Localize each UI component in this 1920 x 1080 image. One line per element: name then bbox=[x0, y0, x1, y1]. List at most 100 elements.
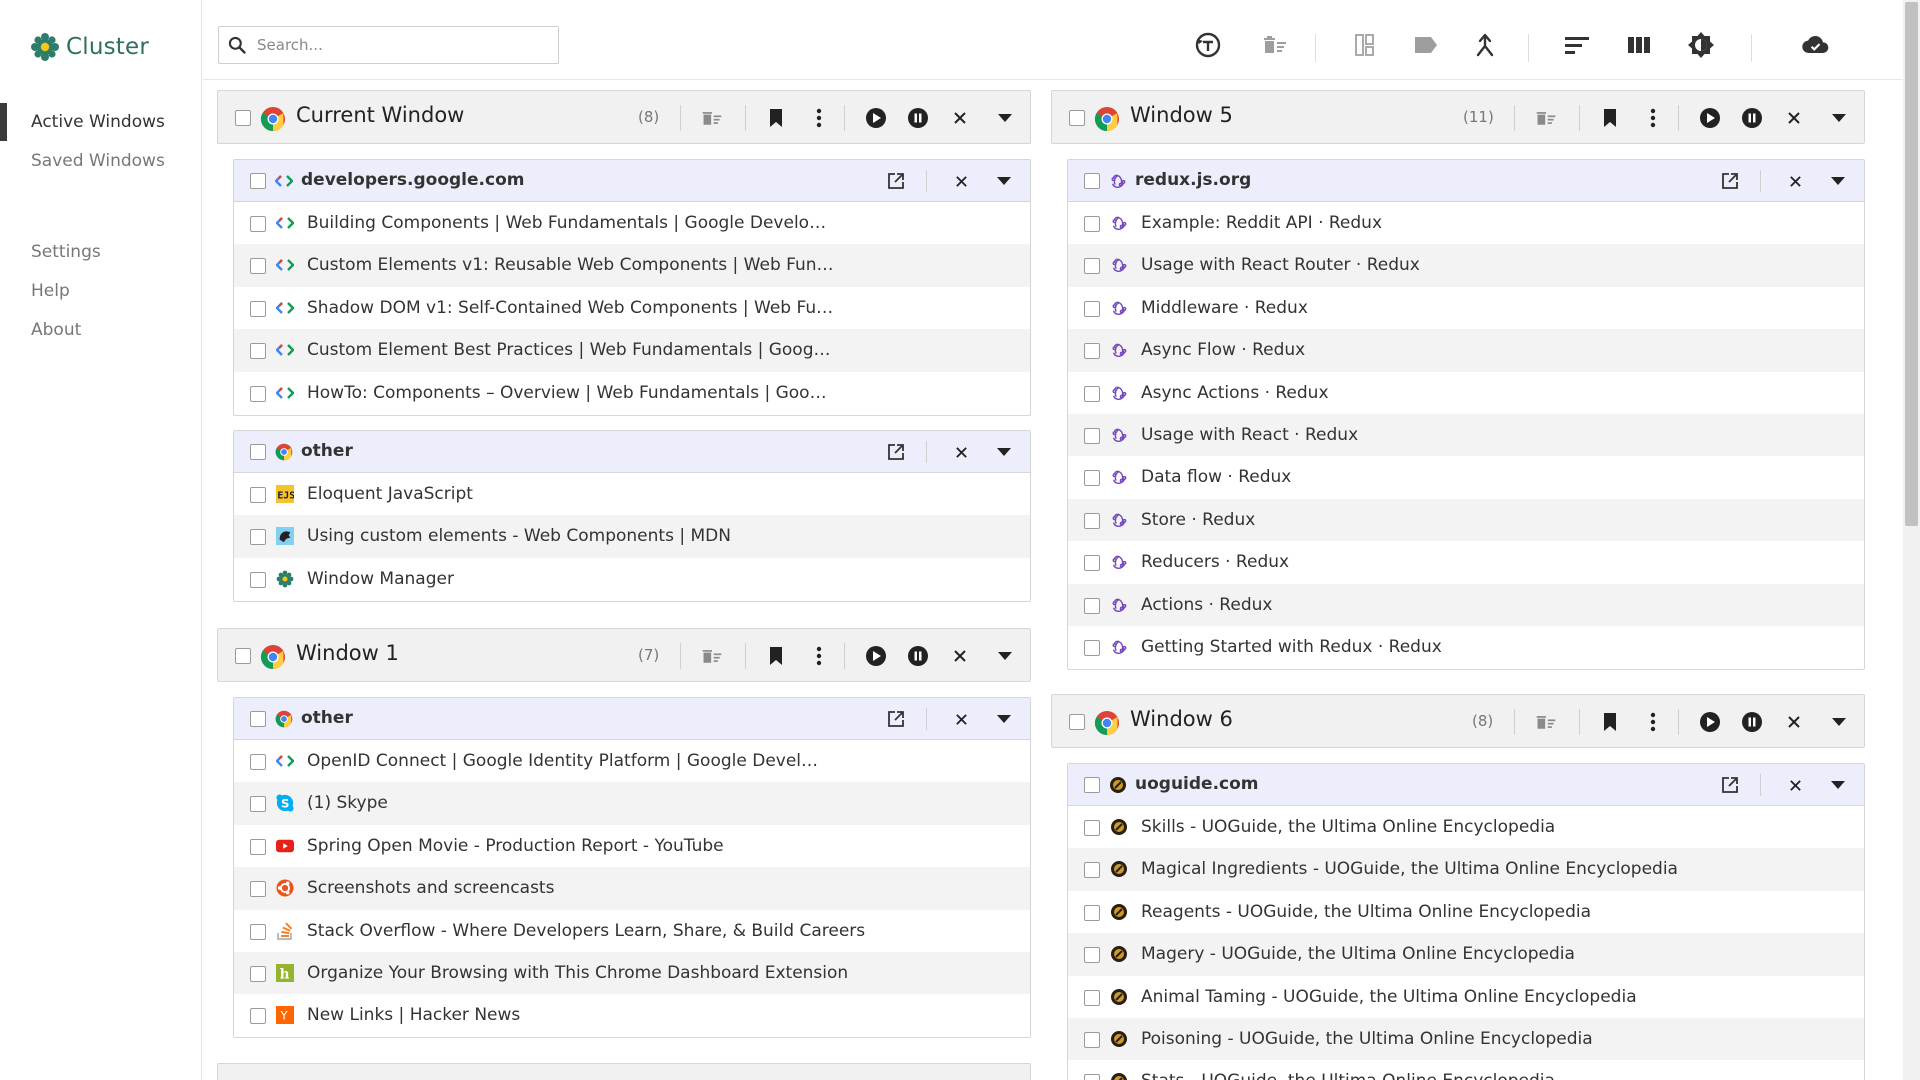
tab-checkbox[interactable] bbox=[1084, 427, 1100, 444]
window-checkbox[interactable] bbox=[1069, 110, 1085, 126]
chevron-down-icon[interactable] bbox=[991, 168, 1017, 194]
tab-row[interactable]: h Organize Your Browsing with This Chrome… bbox=[234, 951, 1030, 995]
tab-title[interactable]: Getting Started with Redux · Redux bbox=[1141, 637, 1442, 657]
tab-checkbox[interactable] bbox=[250, 487, 266, 503]
tab-row[interactable]: Custom Elements v1: Reusable Web Compone… bbox=[234, 244, 1030, 287]
tab-row[interactable]: Skills - UOGuide, the Ultima Online Ency… bbox=[1068, 806, 1864, 848]
tab-row[interactable]: Stack Overflow - Where Developers Learn,… bbox=[234, 910, 1030, 952]
tab-title[interactable]: HowTo: Components – Overview | Web Funda… bbox=[307, 383, 827, 403]
tab-title[interactable]: Skills - UOGuide, the Ultima Online Ency… bbox=[1141, 817, 1555, 837]
tab-row[interactable]: Custom Element Best Practices | Web Fund… bbox=[234, 329, 1030, 372]
chevron-down-icon[interactable] bbox=[1825, 772, 1851, 798]
tab-title[interactable]: Screenshots and screencasts bbox=[307, 878, 554, 898]
close-icon[interactable] bbox=[948, 706, 974, 732]
tab-title[interactable]: Magery - UOGuide, the Ultima Online Ency… bbox=[1141, 944, 1575, 964]
merge-icon[interactable] bbox=[1470, 30, 1500, 60]
tab-title[interactable]: Window Manager bbox=[307, 569, 454, 589]
tab-title[interactable]: Data flow · Redux bbox=[1141, 467, 1291, 487]
cloud-icon[interactable] bbox=[1801, 30, 1831, 60]
tab-row[interactable]: Actions · Redux bbox=[1068, 583, 1864, 626]
tab-title[interactable]: Organize Your Browsing with This Chrome … bbox=[307, 963, 848, 983]
tab-title[interactable]: Usage with React Router · Redux bbox=[1141, 255, 1420, 275]
tab-checkbox[interactable] bbox=[250, 965, 266, 982]
tab-checkbox[interactable] bbox=[250, 881, 266, 898]
window-checkbox[interactable] bbox=[235, 648, 251, 664]
tab-title[interactable]: Building Components | Web Fundamentals |… bbox=[307, 213, 826, 233]
play-icon[interactable] bbox=[863, 105, 889, 131]
tab-title[interactable]: (1) Skype bbox=[307, 793, 388, 813]
tab-checkbox[interactable] bbox=[1084, 555, 1100, 572]
tab-checkbox[interactable] bbox=[250, 258, 266, 275]
tab-checkbox[interactable] bbox=[1084, 597, 1100, 614]
tab-row[interactable]: Poisoning - UOGuide, the Ultima Online E… bbox=[1068, 1017, 1864, 1061]
tab-checkbox[interactable] bbox=[1084, 947, 1100, 964]
chevron-down-icon[interactable] bbox=[1826, 709, 1852, 735]
open-in-new-icon[interactable] bbox=[883, 168, 909, 194]
tab-checkbox[interactable] bbox=[1084, 989, 1100, 1006]
chevron-down-icon[interactable] bbox=[991, 439, 1017, 465]
tab-title[interactable]: Actions · Redux bbox=[1141, 595, 1272, 615]
tab-title[interactable]: Async Actions · Redux bbox=[1141, 383, 1329, 403]
tab-checkbox[interactable] bbox=[250, 571, 266, 588]
clear-icon[interactable] bbox=[699, 643, 725, 669]
group-checkbox[interactable] bbox=[250, 173, 266, 189]
tab-row[interactable]: Using custom elements - Web Components |… bbox=[234, 515, 1030, 558]
open-in-new-icon[interactable] bbox=[1717, 168, 1743, 194]
clear-icon[interactable] bbox=[1260, 30, 1290, 60]
tab-row[interactable]: OpenID Connect | Google Identity Platfor… bbox=[234, 740, 1030, 782]
tab-checkbox[interactable] bbox=[1084, 300, 1100, 317]
more-vert-icon[interactable] bbox=[806, 643, 832, 669]
tab-checkbox[interactable] bbox=[250, 796, 266, 813]
close-icon[interactable] bbox=[947, 105, 973, 131]
open-in-new-icon[interactable] bbox=[883, 439, 909, 465]
tab-title[interactable]: Spring Open Movie - Production Report - … bbox=[307, 836, 724, 856]
split-icon[interactable] bbox=[1350, 30, 1380, 60]
tab-title[interactable]: Magical Ingredients - UOGuide, the Ultim… bbox=[1141, 859, 1678, 879]
tab-row[interactable]: Window Manager bbox=[234, 558, 1030, 600]
tab-checkbox[interactable] bbox=[250, 838, 266, 855]
tab-title[interactable]: New Links | Hacker News bbox=[307, 1005, 520, 1025]
pause-icon[interactable] bbox=[905, 105, 931, 131]
window-checkbox[interactable] bbox=[1069, 714, 1085, 730]
close-icon[interactable] bbox=[948, 439, 974, 465]
tab-row[interactable]: Stats - UOGuide, the Ultima Online Encyc… bbox=[1068, 1060, 1864, 1080]
tab-row[interactable]: Usage with React Router · Redux bbox=[1068, 244, 1864, 287]
window-checkbox[interactable] bbox=[235, 110, 251, 126]
group-checkbox[interactable] bbox=[1084, 173, 1100, 189]
tab-checkbox[interactable] bbox=[1084, 470, 1100, 487]
tab-row[interactable]: Animal Taming - UOGuide, the Ultima Onli… bbox=[1068, 976, 1864, 1018]
tab-row[interactable]: Middleware · Redux bbox=[1068, 287, 1864, 329]
close-icon[interactable] bbox=[948, 168, 974, 194]
open-in-new-icon[interactable] bbox=[1717, 772, 1743, 798]
open-in-new-icon[interactable] bbox=[883, 706, 909, 732]
theme-icon[interactable] bbox=[1686, 30, 1716, 60]
tab-title[interactable]: Example: Reddit API · Redux bbox=[1141, 213, 1382, 233]
tab-row[interactable]: Getting Started with Redux · Redux bbox=[1068, 626, 1864, 668]
tab-title[interactable]: Using custom elements - Web Components |… bbox=[307, 526, 731, 546]
tab-checkbox[interactable] bbox=[250, 385, 266, 402]
tab-checkbox[interactable] bbox=[1084, 1031, 1100, 1048]
tab-title[interactable]: OpenID Connect | Google Identity Platfor… bbox=[307, 751, 818, 771]
tab-row[interactable]: Async Actions · Redux bbox=[1068, 372, 1864, 414]
tab-title[interactable]: Reagents - UOGuide, the Ultima Online En… bbox=[1141, 902, 1591, 922]
close-icon[interactable] bbox=[947, 643, 973, 669]
sidebar-item-help[interactable]: Help bbox=[31, 281, 70, 301]
tab-row[interactable]: S (1) Skype bbox=[234, 782, 1030, 825]
tab-title[interactable]: Poisoning - UOGuide, the Ultima Online E… bbox=[1141, 1029, 1593, 1049]
label-icon[interactable] bbox=[1411, 30, 1441, 60]
tab-checkbox[interactable] bbox=[250, 343, 266, 360]
tab-row[interactable]: Reducers · Redux bbox=[1068, 541, 1864, 583]
close-icon[interactable] bbox=[1781, 105, 1807, 131]
tab-checkbox[interactable] bbox=[1084, 258, 1100, 275]
close-icon[interactable] bbox=[1782, 772, 1808, 798]
clear-icon[interactable] bbox=[699, 105, 725, 131]
close-icon[interactable] bbox=[1782, 168, 1808, 194]
chevron-down-icon[interactable] bbox=[992, 643, 1018, 669]
play-icon[interactable] bbox=[1697, 709, 1723, 735]
more-vert-icon[interactable] bbox=[1640, 709, 1666, 735]
bookmark-icon[interactable] bbox=[1597, 105, 1623, 131]
tab-checkbox[interactable] bbox=[250, 923, 266, 940]
more-vert-icon[interactable] bbox=[1640, 105, 1666, 131]
pause-icon[interactable] bbox=[1739, 105, 1765, 131]
tab-row[interactable]: Building Components | Web Fundamentals |… bbox=[234, 202, 1030, 244]
